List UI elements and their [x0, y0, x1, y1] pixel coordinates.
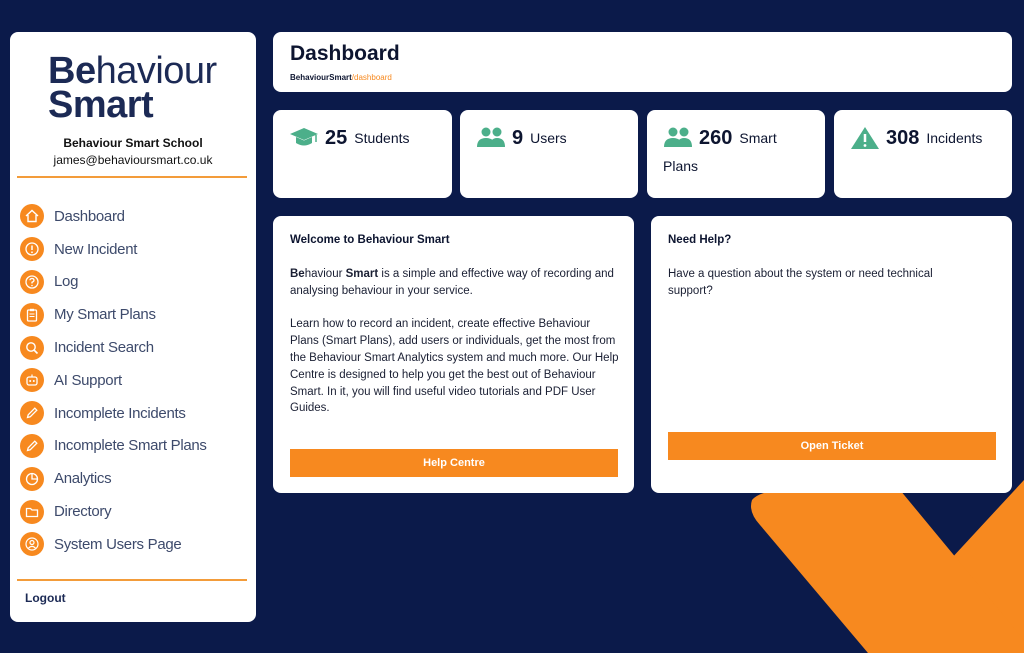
- sidebar-nav: Dashboard New Incident Log My Smart Plan…: [20, 200, 250, 561]
- search-icon: [20, 335, 44, 360]
- stat-card-smart-plans[interactable]: 260 Smart Plans: [647, 110, 825, 198]
- sidebar-item-incomplete-incidents[interactable]: Incomplete Incidents: [20, 397, 250, 430]
- sidebar: Behaviour Smart Behaviour Smart School j…: [10, 32, 256, 622]
- sidebar-item-label: AI Support: [54, 371, 122, 389]
- sidebar-item-label: Directory: [54, 503, 112, 521]
- warning-icon: [851, 127, 879, 149]
- intro-bold-be: Be: [290, 268, 305, 280]
- open-ticket-button[interactable]: Open Ticket: [668, 432, 996, 460]
- sidebar-item-log[interactable]: Log: [20, 266, 250, 299]
- page-header: Dashboard BehaviourSmart/dashboard: [273, 32, 1012, 92]
- sidebar-item-new-incident[interactable]: New Incident: [20, 233, 250, 266]
- sidebar-item-incomplete-smart-plans[interactable]: Incomplete Smart Plans: [20, 430, 250, 463]
- stat-label: Incidents: [926, 130, 983, 146]
- help-centre-button[interactable]: Help Centre: [290, 449, 618, 477]
- intro-bold-smart: Smart: [345, 268, 379, 280]
- clipboard-icon: [20, 302, 44, 327]
- pie-chart-icon: [20, 466, 44, 491]
- help-text: Have a question about the system or need…: [668, 268, 933, 297]
- welcome-body: Learn how to record an incident, create …: [290, 318, 619, 415]
- stat-card-students[interactable]: 25 Students: [273, 110, 452, 198]
- pencil-icon: [20, 433, 44, 458]
- sidebar-item-label: Analytics: [54, 470, 112, 488]
- sidebar-item-label: Incomplete Incidents: [54, 404, 186, 422]
- sidebar-item-label: Incomplete Smart Plans: [54, 437, 207, 455]
- sidebar-item-label: My Smart Plans: [54, 306, 156, 324]
- graduation-cap-icon: [290, 128, 318, 146]
- sidebar-item-incident-search[interactable]: Incident Search: [20, 331, 250, 364]
- sidebar-item-label: System Users Page: [54, 535, 182, 553]
- page-title: Dashboard: [290, 42, 400, 65]
- breadcrumb: BehaviourSmart/dashboard: [290, 73, 392, 82]
- robot-icon: [20, 368, 44, 393]
- sidebar-divider-bottom: [17, 579, 247, 581]
- stat-label: Smart: [739, 130, 777, 146]
- stat-value: 260: [699, 126, 733, 149]
- stat-card-incidents[interactable]: 308 Incidents: [834, 110, 1012, 198]
- question-icon: [20, 269, 44, 294]
- sidebar-divider: [17, 176, 247, 178]
- logout-link[interactable]: Logout: [25, 591, 66, 605]
- stat-label-line2: Plans: [663, 158, 699, 174]
- welcome-title: Welcome to Behaviour Smart: [290, 234, 450, 246]
- need-help-card: Need Help? Have a question about the sys…: [651, 216, 1012, 493]
- help-title: Need Help?: [668, 234, 732, 246]
- sidebar-item-label: New Incident: [54, 240, 138, 258]
- users-icon: [477, 127, 505, 147]
- brand-logo: Behaviour Smart: [48, 52, 217, 126]
- sidebar-item-system-users-page[interactable]: System Users Page: [20, 528, 250, 561]
- intro-haviour: haviour: [304, 268, 346, 280]
- breadcrumb-current: dashboard: [354, 73, 392, 82]
- logo-line2: Smart: [48, 84, 154, 126]
- stat-value: 25: [325, 126, 348, 149]
- welcome-card: Welcome to Behaviour Smart Behaviour Sma…: [273, 216, 634, 493]
- stat-label: Users: [530, 130, 567, 146]
- welcome-text: Behaviour Smart is a simple and effectiv…: [290, 266, 620, 434]
- user-icon: [20, 532, 44, 557]
- alert-circle-icon: [20, 237, 44, 262]
- welcome-intro: Behaviour Smart is a simple and effectiv…: [290, 266, 620, 300]
- home-icon: [20, 204, 44, 229]
- pencil-icon: [20, 401, 44, 426]
- sidebar-item-label: Log: [54, 273, 79, 291]
- sidebar-item-label: Incident Search: [54, 339, 154, 357]
- sidebar-item-analytics[interactable]: Analytics: [20, 462, 250, 495]
- breadcrumb-root[interactable]: BehaviourSmart: [290, 73, 352, 82]
- sidebar-item-dashboard[interactable]: Dashboard: [20, 200, 250, 233]
- users-icon: [664, 127, 692, 147]
- folder-icon: [20, 499, 44, 524]
- sidebar-item-ai-support[interactable]: AI Support: [20, 364, 250, 397]
- sidebar-item-my-smart-plans[interactable]: My Smart Plans: [20, 298, 250, 331]
- user-email: james@behavioursmart.co.uk: [53, 153, 213, 167]
- stat-label: Students: [354, 130, 410, 146]
- sidebar-item-label: Dashboard: [54, 207, 125, 225]
- stat-value: 308: [886, 126, 920, 149]
- stat-value: 9: [512, 126, 524, 149]
- stat-card-users[interactable]: 9 Users: [460, 110, 638, 198]
- sidebar-item-directory[interactable]: Directory: [20, 495, 250, 528]
- school-name: Behaviour Smart School: [63, 136, 203, 150]
